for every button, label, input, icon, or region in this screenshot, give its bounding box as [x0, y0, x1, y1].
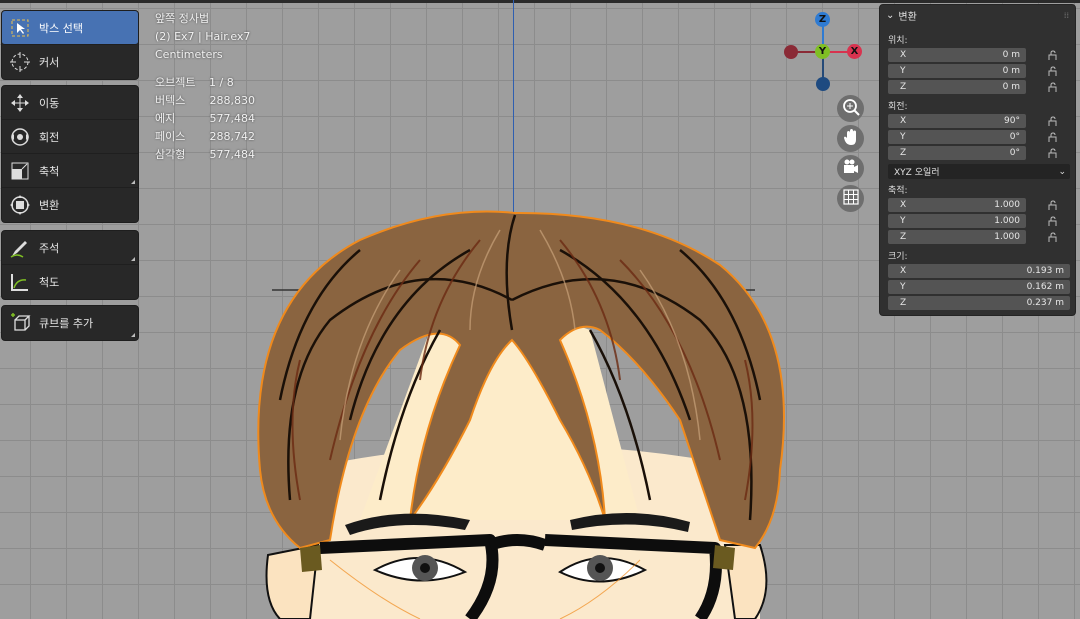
- scale-y-field[interactable]: Y 1.000: [888, 214, 1026, 228]
- tool-rotate[interactable]: 회전: [2, 120, 138, 154]
- scale-icon: [9, 160, 31, 182]
- viewport-info-overlay: 앞쪽 정사법 (2) Ex7 | Hair.ex7 Centimeters 오브…: [155, 10, 255, 164]
- tool-cursor[interactable]: 커서: [2, 45, 138, 79]
- object-name: (2) Ex7 | Hair.ex7: [155, 30, 251, 43]
- gizmo-neg-z-axis[interactable]: [816, 77, 830, 91]
- chevron-down-icon: ⌄: [886, 9, 895, 21]
- dimensions-x-field[interactable]: X 0.193 m: [888, 264, 1070, 278]
- lock-icon[interactable]: [1047, 216, 1057, 226]
- rotation-y-field[interactable]: Y 0°: [888, 130, 1026, 144]
- stat-triangles: 삼각형 577,484: [155, 148, 255, 161]
- camera-icon: [842, 158, 860, 180]
- toolbar-add-group: 큐브를 추가: [1, 305, 139, 341]
- units-label: Centimeters: [155, 48, 223, 61]
- toolbar-transform-group: 이동 회전 축척 변환: [1, 85, 139, 223]
- lock-icon[interactable]: [1047, 116, 1057, 126]
- transform-panel: ⌄ 변환 ⁞⁞ 위치: X0 m Y0 m Z0 m 회전: X 90° Y 0° …: [879, 4, 1076, 316]
- submenu-indicator: [131, 257, 135, 261]
- gizmo-z-axis[interactable]: Z: [815, 12, 830, 27]
- stat-objects: 오브젝트 1 / 8: [155, 76, 234, 89]
- pan-button[interactable]: [837, 125, 864, 152]
- rotation-mode-dropdown[interactable]: XYZ 오일러 ⌄: [888, 164, 1070, 179]
- lock-icon[interactable]: [1047, 232, 1057, 242]
- lock-icon[interactable]: [1047, 66, 1057, 76]
- scale-z-field[interactable]: Z 1.000: [888, 230, 1026, 244]
- rotation-z-field[interactable]: Z 0°: [888, 146, 1026, 160]
- lock-icon[interactable]: [1047, 132, 1057, 142]
- rotate-icon: [9, 126, 31, 148]
- location-z-field[interactable]: Z0 m: [888, 80, 1026, 94]
- lock-icon[interactable]: [1047, 50, 1057, 60]
- tool-transform[interactable]: 변환: [2, 188, 138, 222]
- lock-icon[interactable]: [1047, 148, 1057, 158]
- box-select-icon: [9, 17, 31, 39]
- chevron-down-icon: ⌄: [1058, 166, 1066, 177]
- toolbar-select-group: 박스 선택 커서: [1, 10, 139, 80]
- measure-icon: [9, 271, 31, 293]
- tool-add-cube[interactable]: 큐브를 추가: [2, 306, 138, 340]
- rotation-label: 회전:: [888, 102, 908, 112]
- rotation-x-field[interactable]: X 90°: [888, 114, 1026, 128]
- submenu-indicator: [131, 180, 135, 184]
- scale-x-field[interactable]: X 1.000: [888, 198, 1026, 212]
- 3d-viewport[interactable]: 앞쪽 정사법 (2) Ex7 | Hair.ex7 Centimeters 오브…: [0, 0, 1080, 619]
- tool-measure[interactable]: 척도: [2, 265, 138, 299]
- dimensions-y-field[interactable]: Y 0.162 m: [888, 280, 1070, 294]
- gizmo-x-axis[interactable]: X: [847, 44, 862, 59]
- location-label: 위치:: [888, 36, 908, 46]
- tool-move[interactable]: 이동: [2, 86, 138, 120]
- transform-panel-header[interactable]: ⌄ 변환 ⁞⁞: [880, 5, 1075, 25]
- gizmo-neg-x-axis[interactable]: [784, 45, 798, 59]
- cursor-icon: [9, 51, 31, 73]
- location-y-field[interactable]: Y0 m: [888, 64, 1026, 78]
- transform-icon: [9, 194, 31, 216]
- tool-box-select[interactable]: 박스 선택: [2, 11, 138, 45]
- location-x-field[interactable]: X0 m: [888, 48, 1026, 62]
- stat-faces: 페이스 288,742: [155, 130, 255, 143]
- lock-icon[interactable]: [1047, 82, 1057, 92]
- ortho-toggle-button[interactable]: [837, 185, 864, 212]
- move-icon: [9, 92, 31, 114]
- zoom-button[interactable]: [837, 95, 864, 122]
- camera-view-button[interactable]: [837, 155, 864, 182]
- scale-label: 축적:: [888, 186, 908, 196]
- stat-edges: 에지 577,484: [155, 112, 255, 125]
- lock-icon[interactable]: [1047, 200, 1057, 210]
- grid-icon: [842, 188, 860, 210]
- dimensions-label: 크기:: [888, 252, 908, 262]
- submenu-indicator: [131, 333, 135, 337]
- drag-handle-icon[interactable]: ⁞⁞: [1064, 11, 1069, 20]
- stat-vertices: 버텍스 288,830: [155, 94, 255, 107]
- tool-annotate[interactable]: 주석: [2, 231, 138, 265]
- dimensions-z-field[interactable]: Z 0.237 m: [888, 296, 1070, 310]
- tool-scale[interactable]: 축척: [2, 154, 138, 188]
- zoom-icon: [842, 98, 860, 120]
- annotate-icon: [9, 237, 31, 259]
- view-name: 앞쪽 정사법: [155, 12, 210, 25]
- hand-icon: [842, 128, 860, 150]
- add-cube-icon: [9, 312, 31, 334]
- toolbar-annotate-group: 주석 척도: [1, 230, 139, 300]
- gizmo-y-axis[interactable]: Y: [815, 44, 830, 59]
